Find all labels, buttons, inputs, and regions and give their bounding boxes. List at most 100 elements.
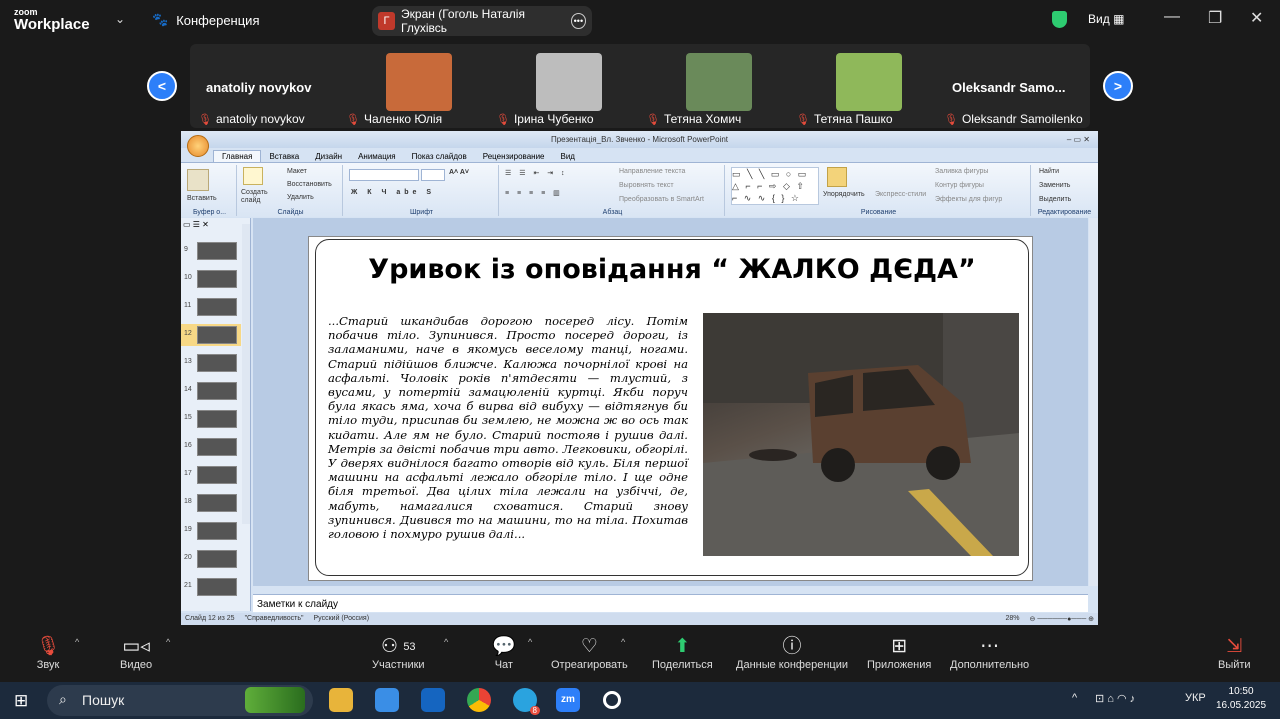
participant-tile[interactable]: 🎙 Тетяна Хомич [644,48,792,128]
replace-button[interactable]: Заменить [1039,182,1070,189]
find-button[interactable]: Найти [1039,168,1059,175]
tray-app-icons[interactable]: ⊡ ⌂ ◠ ♪ [1095,692,1135,705]
arrange-icon[interactable] [827,167,847,187]
smartart-button[interactable]: Преобразовать в SmartArt [619,196,704,203]
font-size-field[interactable] [421,169,445,181]
tray-overflow-icon[interactable]: ^ [1072,692,1077,704]
input-language[interactable]: УКР [1185,692,1206,704]
gallery-next-icon[interactable]: > [1103,71,1133,101]
participant-tile[interactable]: 🎙 Ірина Чубенко [494,48,642,128]
windows-start-icon[interactable]: ⊞ [14,691,28,711]
text-direction-button[interactable]: Направление текста [619,168,685,175]
more-button[interactable]: ⋯ Дополнительно [950,635,1029,671]
slide-thumbnail[interactable]: 14 [181,380,241,402]
arrange-button[interactable]: Упорядочить [823,191,865,198]
taskbar-search[interactable]: ⌕ Пошук [47,685,313,716]
slide-thumbnail[interactable]: 18 [181,492,241,514]
security-shield-icon[interactable] [1052,11,1067,28]
react-button[interactable]: ♡ Отреагировать [551,635,628,671]
video-button[interactable]: ▭◃ Видео [120,635,152,671]
ribbon-tab[interactable]: Вставка [261,151,307,162]
outlook-icon[interactable] [421,688,445,712]
slide-thumbnail[interactable]: 17 [181,464,241,486]
react-caret[interactable]: ^ [621,637,625,647]
layout-button[interactable]: Макет [287,168,307,175]
grow-font-icon[interactable]: A˄ A˅ [449,169,469,176]
font-format-icons[interactable]: Ж К Ч abe S [351,189,435,196]
font-name-field[interactable] [349,169,419,181]
sound-button[interactable]: 🎙 Звук [36,635,60,671]
notes-pane[interactable]: Заметки к слайду [253,594,1088,612]
new-slide-icon[interactable] [243,167,263,185]
file-explorer-icon[interactable] [329,688,353,712]
slide-thumbnail[interactable]: 15 [181,408,241,430]
ribbon-tab[interactable]: Анимация [350,151,404,162]
shape-outline-button[interactable]: Контур фигуры [935,182,984,189]
participant-tile[interactable]: 🎙 Тетяна Пашко [794,48,942,128]
zoom-slider[interactable]: ⊖ ──────●─── ⊕ [1030,615,1094,623]
zoom-level[interactable]: 28% [1006,615,1020,623]
ribbon-tab[interactable]: Дизайн [307,151,350,162]
delete-button[interactable]: Удалить [287,194,314,201]
store-icon[interactable] [375,688,399,712]
participant-tile[interactable]: Oleksandr Samo... 🎙 Oleksandr Samoilenko [942,48,1090,128]
telegram-icon[interactable]: 8 [513,688,540,715]
chrome-icon[interactable] [467,688,491,712]
express-styles-button[interactable]: Экспресс-стили [875,191,926,198]
chevron-down-icon[interactable]: ⌄ [115,12,125,26]
zoom-taskbar-icon[interactable]: zm [556,688,580,712]
ppt-window-controls[interactable]: – ▭ ✕ [1067,131,1090,148]
participants-button[interactable]: ⚇ 53 Участники [372,635,425,671]
apps-button[interactable]: ⊞ Приложения [867,635,931,671]
slide-thumbnail[interactable]: 19 [181,520,241,542]
ribbon-tab[interactable]: Вид [553,151,583,162]
minimize-icon[interactable]: — [1164,8,1180,26]
create-slide-button[interactable]: Создать слайд [241,189,275,205]
leave-button[interactable]: ⇲ Выйти [1218,635,1251,671]
paste-icon[interactable] [187,169,209,191]
share-button[interactable]: ⬆ Поделиться [652,635,713,671]
status-language[interactable]: Русский (Россия) [314,615,370,623]
ribbon-tab[interactable]: Главная [213,150,262,162]
screen-share-pill[interactable]: Г Экран (Гоголь Наталія Глухівсь ••• [372,6,592,36]
slide-thumbnail[interactable]: 20 [181,548,241,570]
conference-menu[interactable]: 🐾 Конференция [152,12,259,28]
slide-thumbnail[interactable]: 12 [181,324,241,346]
slide-thumbnail[interactable]: 13 [181,352,241,374]
thumbnails-scrollbar[interactable] [242,224,250,524]
chat-caret[interactable]: ^ [528,637,532,647]
participant-tile[interactable]: 🎙 Чаленко Юлія [344,48,492,128]
pane-tabs[interactable]: ▭ ☰ ✕ [183,220,209,229]
audio-options-caret[interactable]: ^ [75,637,79,647]
slide-thumbnail[interactable]: 11 [181,296,241,318]
list-icons[interactable]: ☰ ☰ ⇤ ⇥ ↕ [505,169,568,177]
conference-info-button[interactable]: ⓘ Данные конференции [736,635,848,671]
shape-fill-button[interactable]: Заливка фигуры [935,168,988,175]
more-options-icon[interactable]: ••• [570,13,586,29]
align-text-button[interactable]: Выровнять текст [619,182,674,189]
opera-icon[interactable] [603,691,621,709]
chat-button[interactable]: 💬 Чат [492,635,516,671]
paste-button[interactable]: Вставить [187,195,217,202]
ribbon-tab[interactable]: Рецензирование [475,151,553,162]
shape-effects-button[interactable]: Эффекты для фигур [935,196,1002,203]
restore-button[interactable]: Восстановить [287,181,332,188]
current-slide[interactable]: Уривок із оповідання “ ЖАЛКО ДЄДА” ...Ст… [308,236,1033,581]
participants-caret[interactable]: ^ [444,637,448,647]
align-icons[interactable]: ≡ ≡ ≡ ≡ ▥ [505,189,563,197]
slide-thumbnail[interactable]: 10 [181,268,241,290]
shapes-gallery[interactable]: ▭ ╲ ╲ ▭ ○ ▭ △ ⌐ ⌐ ⇨ ◇ ⇧ ⌐ ∿ ∿ { } ☆ [731,167,819,205]
taskbar-clock[interactable]: 10:50 16.05.2025 [1216,685,1266,713]
slide-scrollbar[interactable] [1089,218,1098,586]
slide-thumbnail[interactable]: 9 [181,240,241,262]
gallery-prev-icon[interactable]: < [147,71,177,101]
ribbon-tab[interactable]: Показ слайдов [404,151,475,162]
slide-thumbnail[interactable]: 16 [181,436,241,458]
participant-tile[interactable]: anatoliy novykov 🎙 anatoliy novykov [196,48,344,128]
video-options-caret[interactable]: ^ [166,637,170,647]
maximize-icon[interactable]: ❐ [1208,8,1222,28]
select-button[interactable]: Выделить [1039,196,1071,203]
slide-thumbnail[interactable]: 21 [181,576,241,598]
view-button[interactable]: Вид ▦ [1088,12,1124,26]
close-icon[interactable]: ✕ [1250,8,1263,28]
